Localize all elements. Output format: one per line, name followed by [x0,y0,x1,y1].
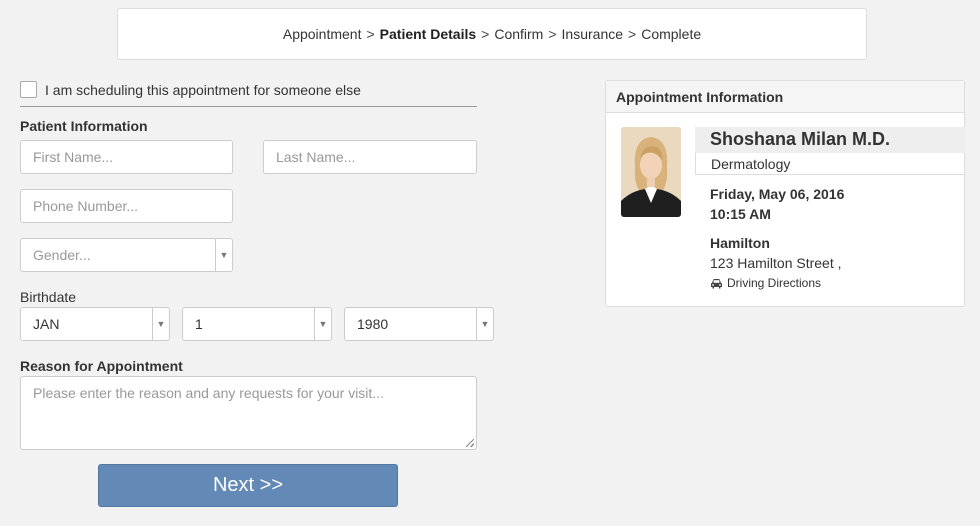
birthdate-label: Birthdate [20,289,77,305]
breadcrumb-step-insurance: Insurance [561,26,624,42]
someone-else-checkbox[interactable] [20,81,37,98]
birth-month-select[interactable]: JAN ▼ [20,307,170,341]
someone-else-row: I am scheduling this appointment for som… [20,80,477,107]
birth-day-select[interactable]: 1 ▼ [182,307,332,341]
doctor-photo [621,127,681,217]
birth-year-value: 1980 [357,316,389,332]
doctor-portrait-icon [621,127,681,217]
chevron-down-icon: ▼ [476,308,493,340]
last-name-input[interactable] [263,140,477,174]
chevron-down-icon: ▼ [314,308,331,340]
reason-title: Reason for Appointment [20,358,183,374]
phone-input[interactable] [20,189,233,223]
breadcrumb-separator: > [548,26,557,42]
breadcrumb-step-appointment[interactable]: Appointment [283,26,362,42]
breadcrumb-separator: > [481,26,490,42]
doctor-name: Shoshana Milan M.D. [710,129,891,149]
breadcrumb-step-complete: Complete [641,26,702,42]
chevron-down-icon: ▼ [215,239,232,271]
location-address: 123 Hamilton Street , [710,255,842,271]
birth-year-select[interactable]: 1980 ▼ [344,307,494,341]
chevron-down-icon: ▼ [152,308,169,340]
breadcrumb-step-patient-details: Patient Details [379,26,477,42]
breadcrumb-separator: > [628,26,637,42]
resize-handle-icon[interactable] [466,439,474,447]
next-button[interactable]: Next >> [98,464,398,507]
breadcrumb-separator: > [366,26,375,42]
someone-else-label[interactable]: I am scheduling this appointment for som… [45,80,361,100]
gender-select-value: Gender... [33,247,91,263]
appointment-info-header: Appointment Information [606,81,964,113]
driving-directions-label[interactable]: Driving Directions [727,276,821,290]
gender-select[interactable]: Gender... ▼ [20,238,233,272]
breadcrumb-step-confirm: Confirm [494,26,544,42]
patient-info-title: Patient Information [20,118,148,134]
birth-month-value: JAN [33,316,60,332]
appointment-info-card: Appointment Information Shoshana Milan M… [605,80,965,307]
reason-placeholder: Please enter the reason and any requests… [33,385,384,401]
driving-directions-link[interactable]: Driving Directions [710,276,821,290]
location-name: Hamilton [710,235,770,251]
doctor-specialty: Dermatology [711,156,791,172]
appointment-time: 10:15 AM [710,206,771,222]
appointment-date: Friday, May 06, 2016 [710,186,845,202]
car-icon [711,278,722,288]
breadcrumb: Appointment > Patient Details > Confirm … [117,8,867,60]
reason-textarea[interactable]: Please enter the reason and any requests… [20,376,477,450]
first-name-input[interactable] [20,140,233,174]
birth-day-value: 1 [195,316,203,332]
